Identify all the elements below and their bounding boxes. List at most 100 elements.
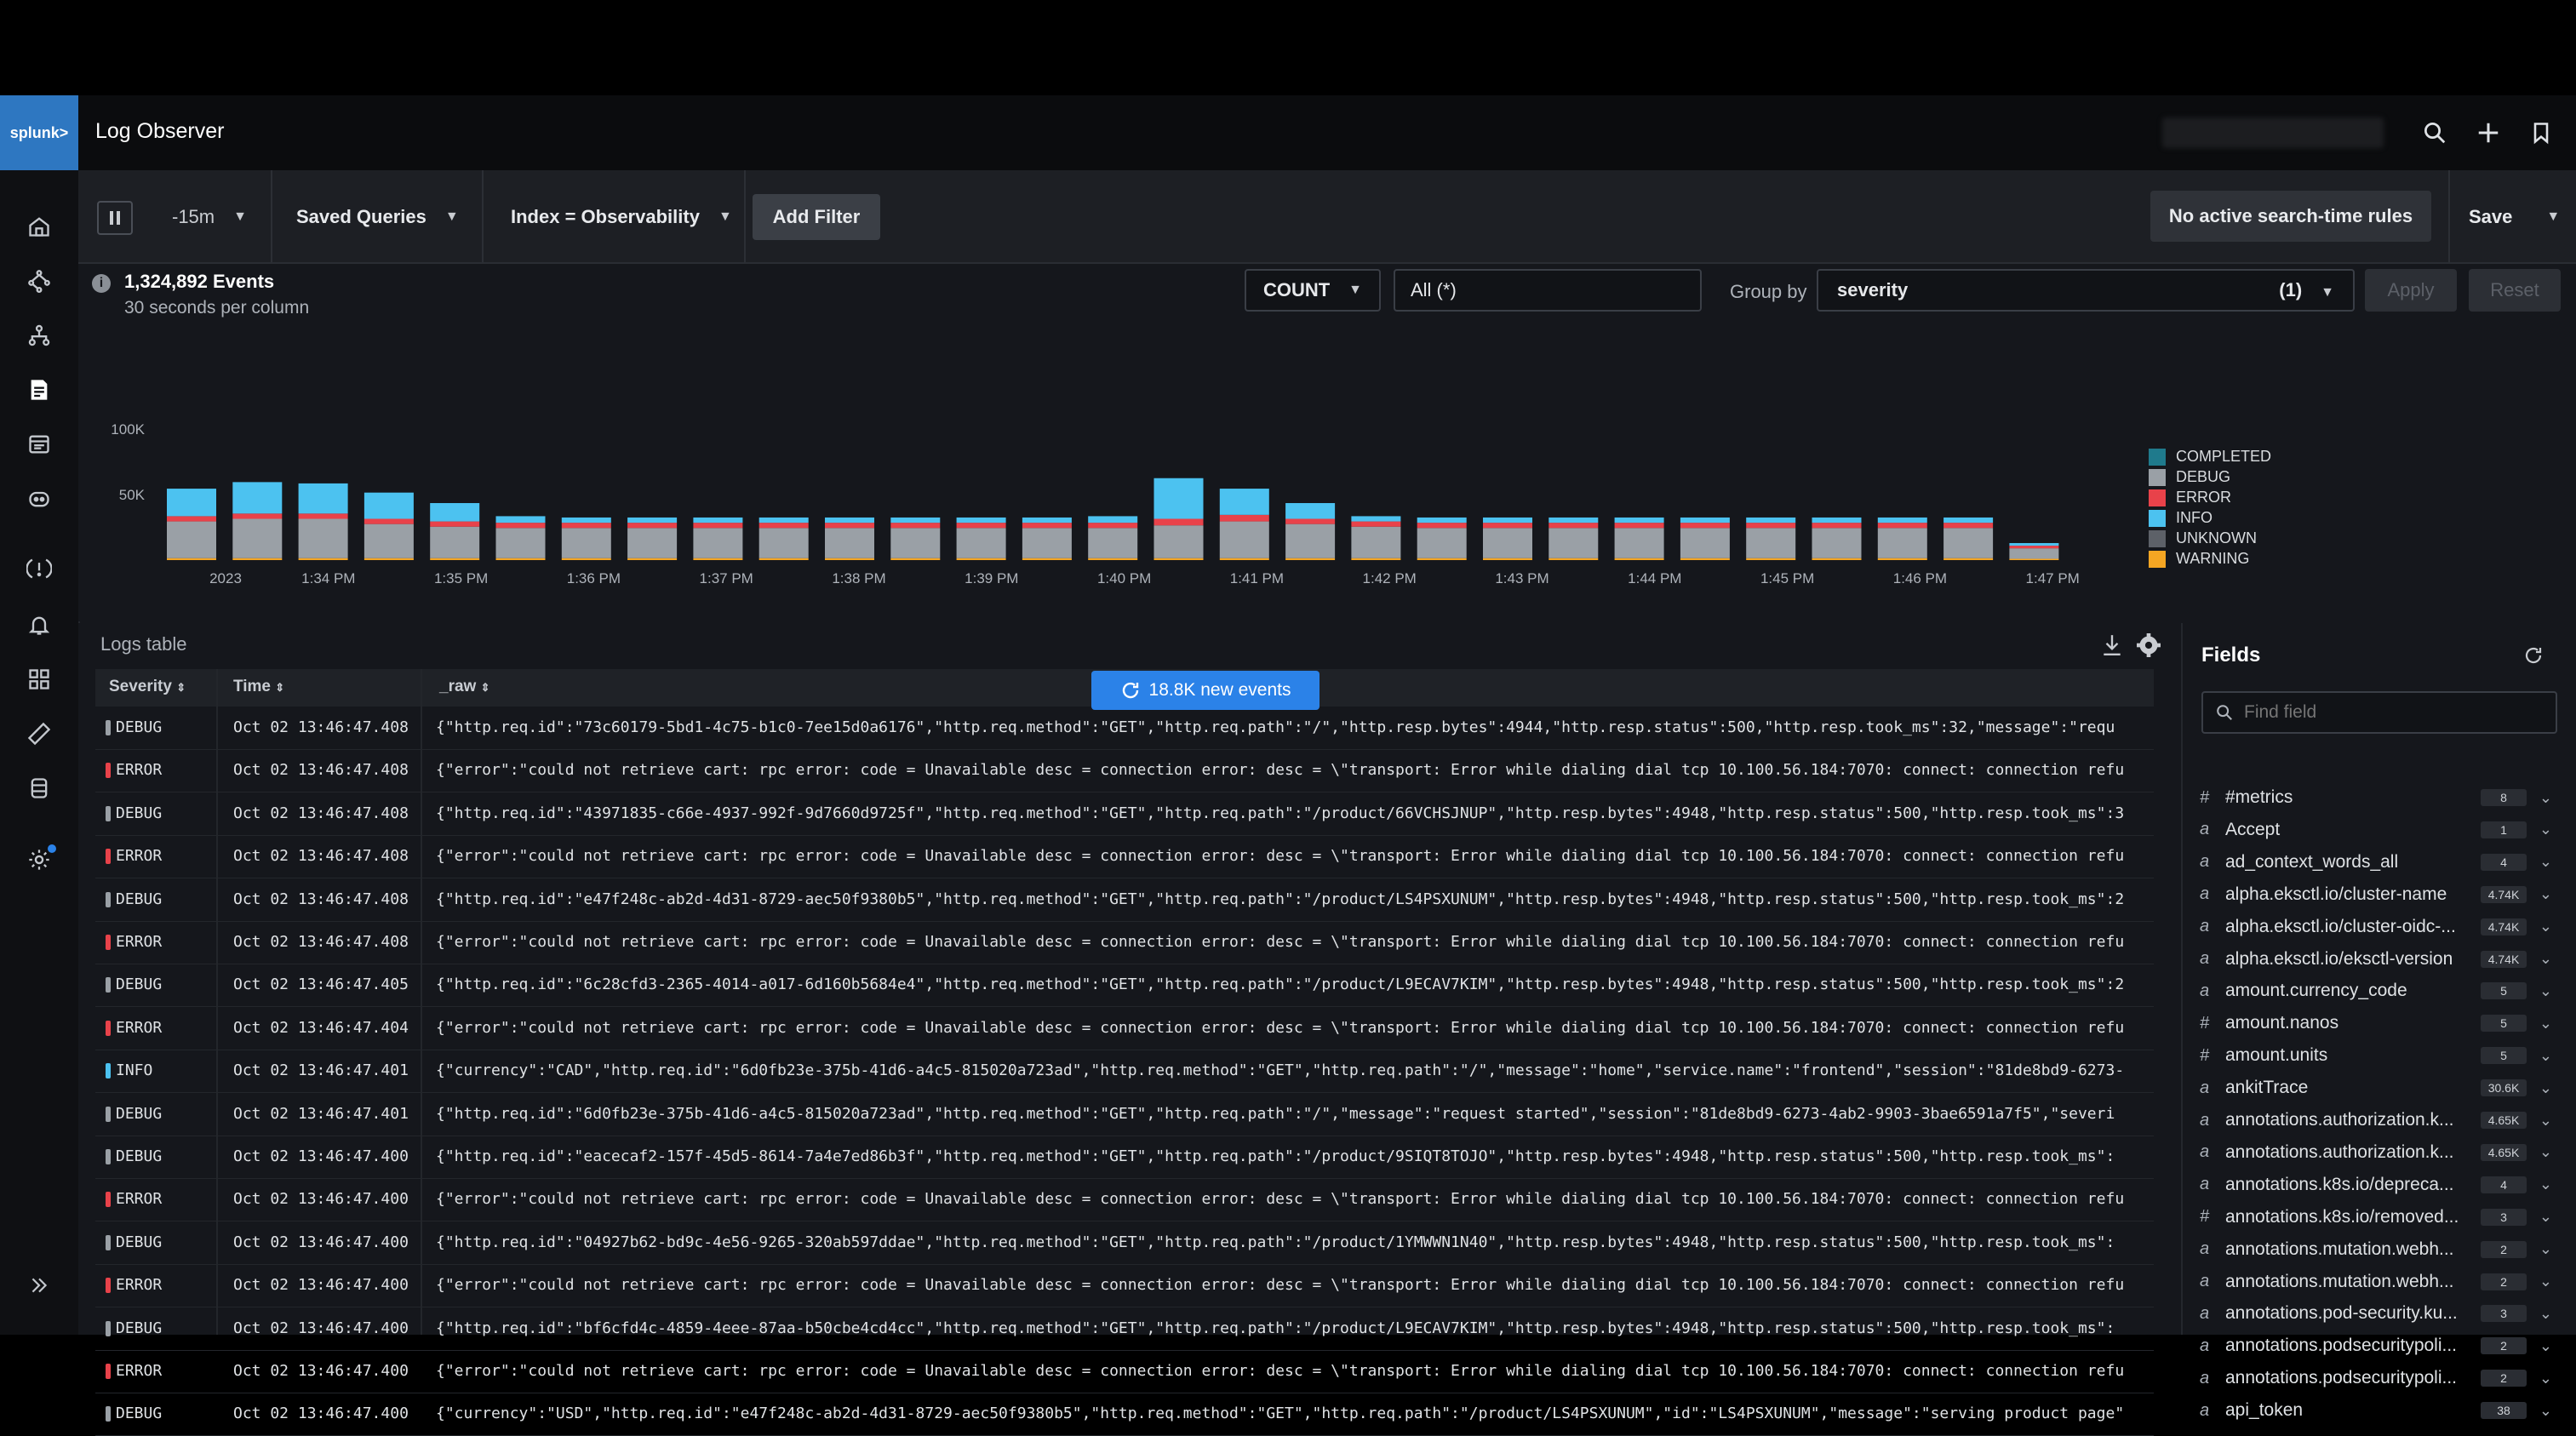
field-item[interactable]: a alpha.eksctl.io/cluster-oidc-... 4.74K ⌄ — [2200, 911, 2557, 943]
field-item[interactable]: a annotations.mutation.webh... 2 ⌄ — [2200, 1266, 2557, 1298]
bar-segment-debug[interactable] — [430, 526, 480, 558]
field-item[interactable]: a annotations.mutation.webh... 2 ⌄ — [2200, 1233, 2557, 1266]
bar-segment-error[interactable] — [167, 516, 216, 522]
bar-segment-info[interactable] — [1943, 517, 1994, 523]
bar-segment-debug[interactable] — [758, 528, 809, 558]
bar-segment-error[interactable] — [1219, 514, 1269, 522]
chevron-down-icon[interactable]: ⌄ — [2527, 1176, 2552, 1193]
bar-segment-error[interactable] — [1943, 523, 1994, 529]
bar-segment-debug[interactable] — [364, 523, 414, 558]
bar-segment-warning[interactable] — [561, 558, 611, 560]
bar-segment-warning[interactable] — [1483, 558, 1532, 560]
bar-segment-info[interactable] — [1812, 517, 1862, 523]
table-row[interactable]: ERROR Oct 02 13:46:47.408 {"error":"could … — [95, 921, 2154, 964]
group-by-select[interactable]: severity (1) ▼ — [1817, 269, 2355, 312]
bar-segment-warning[interactable] — [1877, 558, 1927, 560]
field-item[interactable]: a annotations.authorization.k... 4.65K ⌄ — [2200, 1136, 2557, 1169]
bar-segment-debug[interactable] — [167, 521, 216, 558]
bar-segment-info[interactable] — [1614, 517, 1664, 523]
legend-item[interactable]: WARNING — [2149, 550, 2249, 568]
chevron-down-icon[interactable]: ⌄ — [2527, 1305, 2552, 1323]
field-item[interactable]: a Accept 1 ⌄ — [2200, 814, 2557, 846]
bar-segment-warning[interactable] — [1614, 558, 1664, 560]
bar-segment-info[interactable] — [1153, 478, 1204, 519]
bar-segment-warning[interactable] — [1285, 558, 1336, 560]
bar-segment-error[interactable] — [298, 513, 348, 519]
chevron-down-icon[interactable]: ⌄ — [2527, 1402, 2552, 1420]
table-row[interactable]: ERROR Oct 02 13:46:47.400 {"error":"could … — [95, 1178, 2154, 1222]
bar-segment-error[interactable] — [561, 523, 611, 529]
legend-item[interactable]: ERROR — [2149, 489, 2231, 506]
bar-segment-info[interactable] — [1022, 517, 1072, 523]
bar-segment-debug[interactable] — [1812, 528, 1862, 558]
bar-segment-error[interactable] — [1614, 523, 1664, 529]
bar-segment-error[interactable] — [2009, 546, 2059, 549]
bar-segment-info[interactable] — [1746, 517, 1796, 523]
bar-segment-warning[interactable] — [1417, 558, 1467, 560]
bar-segment-error[interactable] — [364, 518, 414, 524]
field-item[interactable]: a alpha.eksctl.io/cluster-name 4.74K ⌄ — [2200, 878, 2557, 911]
bar-segment-info[interactable] — [890, 517, 941, 523]
chevron-down-icon[interactable]: ⌄ — [2527, 789, 2552, 807]
legend-item[interactable]: INFO — [2149, 509, 2212, 527]
legend-item[interactable]: UNKNOWN — [2149, 529, 2257, 547]
field-item[interactable]: # annotations.k8s.io/removed... 3 ⌄ — [2200, 1201, 2557, 1233]
field-item[interactable]: a api_token 38 ⌄ — [2200, 1394, 2557, 1427]
bar-segment-info[interactable] — [1351, 516, 1401, 522]
download-icon[interactable] — [2101, 633, 2127, 659]
table-row[interactable]: ERROR Oct 02 13:46:47.408 {"error":"could … — [95, 835, 2154, 879]
table-row[interactable]: DEBUG Oct 02 13:46:47.408 {"http.req.id":"… — [95, 707, 2154, 750]
data-icon[interactable] — [22, 771, 56, 805]
chevron-down-icon[interactable]: ⌄ — [2527, 982, 2552, 1000]
bar-segment-info[interactable] — [561, 517, 611, 523]
bar-segment-error[interactable] — [1153, 518, 1204, 526]
table-row[interactable]: ERROR Oct 02 13:46:47.400 {"error":"could … — [95, 1350, 2154, 1393]
table-row[interactable]: DEBUG Oct 02 13:46:47.400 {"http.req.id":"… — [95, 1307, 2154, 1351]
saved-queries-dropdown[interactable]: Saved Queries ▼ — [296, 194, 459, 240]
bar-segment-error[interactable] — [232, 513, 283, 519]
field-item[interactable]: a annotations.authorization.k... 4.65K ⌄ — [2200, 1104, 2557, 1136]
settings-icon[interactable] — [22, 843, 56, 877]
chevron-down-icon[interactable]: ⌄ — [2527, 1143, 2552, 1161]
bar-segment-warning[interactable] — [2009, 558, 2059, 560]
search-icon[interactable] — [2418, 116, 2452, 150]
table-row[interactable]: ERROR Oct 02 13:46:47.404 {"error":"could … — [95, 1007, 2154, 1050]
aggregation-field-input[interactable]: All (*) — [1394, 269, 1702, 312]
field-item[interactable]: a ad_context_words_all 4 ⌄ — [2200, 846, 2557, 878]
bar-segment-info[interactable] — [1088, 516, 1138, 523]
refresh-fields-icon[interactable] — [2523, 645, 2547, 669]
bar-segment-debug[interactable] — [1548, 528, 1599, 558]
splunk-logo[interactable]: splunk> — [0, 95, 78, 170]
chevron-down-icon[interactable]: ⌄ — [2527, 1112, 2552, 1130]
bar-segment-warning[interactable] — [1219, 558, 1269, 560]
bar-segment-info[interactable] — [1483, 517, 1532, 523]
bar-segment-error[interactable] — [825, 523, 874, 529]
table-row[interactable]: DEBUG Oct 02 13:46:47.408 {"http.req.id":"… — [95, 792, 2154, 836]
chevron-down-icon[interactable]: ⌄ — [2527, 1337, 2552, 1355]
field-item[interactable]: a annotations.k8s.io/depreca... 4 ⌄ — [2200, 1169, 2557, 1201]
bar-segment-warning[interactable] — [1022, 558, 1072, 560]
bar-segment-warning[interactable] — [1680, 558, 1730, 560]
bar-segment-warning[interactable] — [430, 558, 480, 560]
table-settings-icon[interactable] — [2137, 633, 2162, 659]
bar-segment-error[interactable] — [890, 523, 941, 529]
chevron-down-icon[interactable]: ⌄ — [2527, 853, 2552, 871]
bar-segment-info[interactable] — [1219, 489, 1269, 515]
bar-segment-info[interactable] — [298, 483, 348, 514]
bar-segment-info[interactable] — [758, 517, 809, 523]
bar-segment-debug[interactable] — [1680, 528, 1730, 558]
bar-segment-debug[interactable] — [1153, 525, 1204, 558]
bar-segment-info[interactable] — [495, 516, 546, 523]
find-field-textbox[interactable] — [2242, 701, 2535, 724]
table-row[interactable]: DEBUG Oct 02 13:46:47.405 {"http.req.id":"… — [95, 964, 2154, 1008]
time-range-picker[interactable]: -15m ▼ — [172, 194, 247, 240]
bar-segment-debug[interactable] — [1746, 528, 1796, 558]
bar-segment-error[interactable] — [956, 523, 1006, 529]
bar-segment-info[interactable] — [167, 489, 216, 517]
bar-segment-debug[interactable] — [1088, 528, 1138, 558]
table-row[interactable]: DEBUG Oct 02 13:46:47.400 {"http.req.id":"… — [95, 1136, 2154, 1179]
bar-segment-error[interactable] — [627, 523, 678, 529]
bar-segment-error[interactable] — [1022, 523, 1072, 529]
bar-segment-debug[interactable] — [956, 528, 1006, 558]
bar-segment-error[interactable] — [1548, 523, 1599, 529]
